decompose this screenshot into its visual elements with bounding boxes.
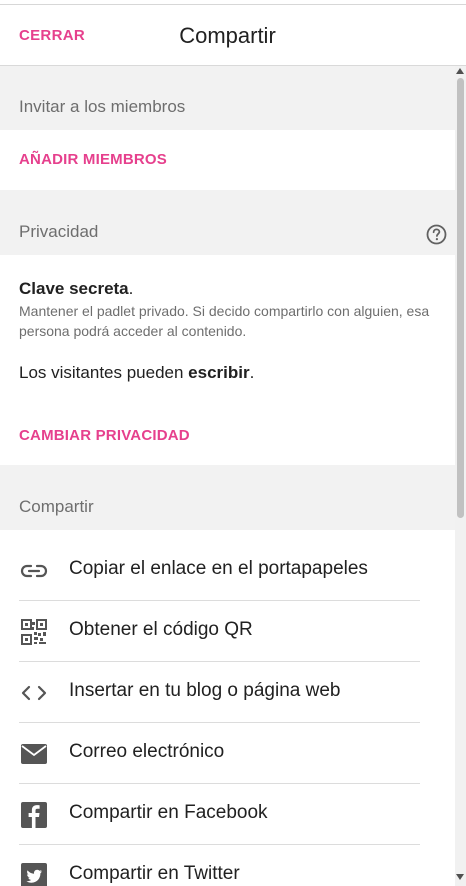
page-title: Compartir <box>179 23 276 48</box>
share-header: CERRAR Compartir <box>0 5 466 66</box>
share-section-header: Compartir <box>0 465 455 530</box>
privacy-mode-suffix: . <box>128 279 134 298</box>
privacy-description: Mantener el padlet privado. Si decido co… <box>19 303 430 339</box>
qr-code-icon <box>20 618 48 646</box>
twitter-icon <box>20 862 48 886</box>
privacy-section-body: Clave secreta. Mantener el padlet privad… <box>0 255 455 465</box>
visitors-prefix: Los visitantes pueden <box>19 363 189 382</box>
share-item-label: Compartir en Facebook <box>69 802 268 823</box>
scroll-up-arrow-icon[interactable] <box>456 68 464 74</box>
share-item-copy-link[interactable]: Copiar el enlace en el portapapeles <box>0 540 455 601</box>
share-item-twitter[interactable]: Compartir en Twitter <box>0 845 455 886</box>
share-item-email[interactable]: Correo electrónico <box>0 723 455 784</box>
add-members-button[interactable]: AÑADIR MIEMBROS <box>19 151 167 168</box>
share-item-facebook[interactable]: Compartir en Facebook <box>0 784 455 845</box>
visitors-permission: Los visitantes pueden escribir. <box>19 363 254 383</box>
privacy-heading: Privacidad <box>19 222 99 241</box>
share-item-label: Compartir en Twitter <box>69 863 240 884</box>
scrollbar-thumb[interactable] <box>457 78 464 518</box>
invite-section-header: Invitar a los miembros <box>0 66 455 130</box>
share-list: Copiar el enlace en el portapapeles Obte… <box>0 530 455 886</box>
mail-icon <box>20 740 48 768</box>
visitors-suffix: . <box>249 363 255 382</box>
help-icon[interactable] <box>426 224 447 245</box>
visitors-permission-value: escribir <box>188 363 250 382</box>
change-privacy-button[interactable]: CAMBIAR PRIVACIDAD <box>19 427 190 444</box>
embed-code-icon <box>20 679 48 707</box>
invite-section-body: AÑADIR MIEMBROS <box>0 130 455 190</box>
invite-heading: Invitar a los miembros <box>19 97 186 116</box>
privacy-mode-title: Clave secreta <box>19 279 129 298</box>
share-item-label: Correo electrónico <box>69 741 225 762</box>
share-heading: Compartir <box>19 497 94 516</box>
share-item-label: Insertar en tu blog o página web <box>69 680 341 701</box>
scroll-down-arrow-icon[interactable] <box>456 874 464 880</box>
share-item-label: Obtener el código QR <box>69 619 253 640</box>
share-item-label: Copiar el enlace en el portapapeles <box>69 558 368 579</box>
link-icon <box>20 557 48 585</box>
privacy-section-header: Privacidad <box>0 190 455 255</box>
privacy-mode: Clave secreta. <box>19 279 133 299</box>
share-item-embed[interactable]: Insertar en tu blog o página web <box>0 662 455 723</box>
facebook-icon <box>20 801 48 829</box>
share-item-qr-code[interactable]: Obtener el código QR <box>0 601 455 662</box>
share-panel: Invitar a los miembros AÑADIR MIEMBROS P… <box>0 66 455 886</box>
